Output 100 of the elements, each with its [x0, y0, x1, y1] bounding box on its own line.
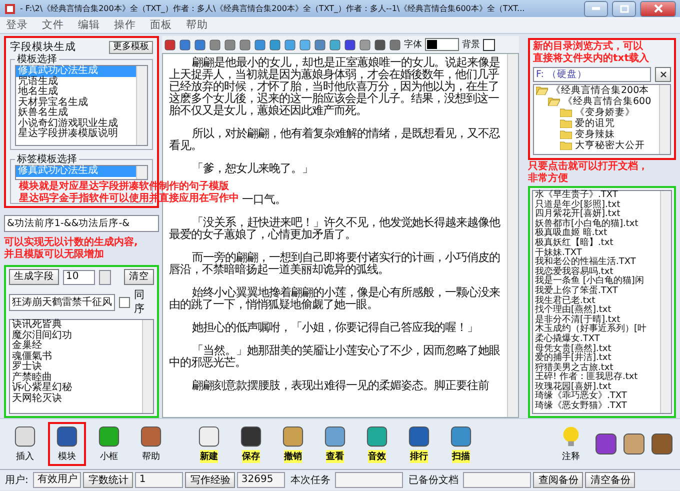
status-button[interactable]: 清空备份: [585, 472, 636, 488]
list-item[interactable]: 诉心紫星幻秘: [10, 383, 142, 394]
file-item[interactable]: 极真吸血姬 暗.txt: [533, 229, 660, 239]
toolbar-button[interactable]: 新建: [190, 422, 228, 466]
folder-item[interactable]: 爱的诅咒: [534, 118, 659, 129]
toolbar-icon[interactable]: [209, 38, 221, 50]
toolbar-icon[interactable]: [55, 425, 79, 448]
list-item[interactable]: 金巢经: [10, 341, 142, 352]
toolbar-icon[interactable]: [13, 425, 37, 448]
file-item[interactable]: 水《早生贵子》.TXT: [533, 191, 660, 201]
file-item[interactable]: 我和老公的性福生活.TXT: [533, 258, 660, 268]
close-button[interactable]: [655, 67, 671, 82]
file-item[interactable]: 我是一条鱼 [小白龟的猫]闲: [533, 277, 660, 287]
generate-button[interactable]: 生成字段: [9, 269, 59, 285]
toolbar-icon[interactable]: [389, 38, 401, 50]
toolbar-icon[interactable]: [224, 38, 236, 50]
menu-item[interactable]: 帮助: [186, 18, 208, 32]
toolbar-button[interactable]: 查看: [316, 422, 354, 466]
folder-item[interactable]: 《经典言情合集600: [534, 96, 659, 107]
status-button[interactable]: 字数统计: [83, 472, 134, 488]
folder-item[interactable]: 变身辣妹: [534, 129, 659, 140]
list-item[interactable]: 妖兽名生成: [16, 108, 136, 118]
toolbar-icon[interactable]: [374, 38, 386, 50]
toolbar-icon[interactable]: [164, 38, 176, 50]
toolbar-icon[interactable]: [314, 38, 326, 50]
scrollbar[interactable]: [136, 166, 147, 179]
clear-button[interactable]: 清空: [124, 269, 154, 285]
list-item[interactable]: 诀讯死皆典: [10, 320, 142, 330]
list-item[interactable]: 天网轮灭诀: [10, 394, 142, 404]
menu-item[interactable]: 编辑: [78, 18, 100, 32]
toolbar-icon[interactable]: [359, 38, 371, 50]
toolbar-icon[interactable]: [449, 425, 473, 448]
toolbar-icon[interactable]: [323, 425, 347, 448]
folder-item[interactable]: 《经典言情合集200本: [534, 85, 659, 96]
more-templates-button[interactable]: 更多模板: [109, 40, 153, 54]
pattern-field[interactable]: &功法前序1-&&功法后序-&: [4, 215, 159, 232]
background-color-select[interactable]: [483, 38, 495, 50]
toolbar-icon[interactable]: [344, 38, 356, 50]
folder-item[interactable]: 《变身娇妻》: [534, 107, 659, 118]
toolbar-icon[interactable]: [194, 38, 206, 50]
font-color-select[interactable]: [425, 38, 459, 51]
file-item[interactable]: 我爱上你了笨蛋.TXT: [533, 286, 660, 297]
menu-item[interactable]: 操作: [114, 18, 136, 32]
file-item[interactable]: 琦缘《恶女野猫》.TXT: [533, 402, 660, 412]
checkbox[interactable]: [119, 296, 130, 308]
toolbar-button[interactable]: 帮助: [132, 422, 170, 466]
count-field[interactable]: 10: [63, 270, 95, 284]
toolbar-button[interactable]: 排行: [400, 422, 438, 466]
toolbar-button[interactable]: 插入: [6, 422, 44, 466]
file-item[interactable]: 木玉成约（好事近系列）[叶: [533, 325, 660, 335]
toolbar-icon[interactable]: [407, 425, 431, 448]
list-item[interactable]: 咒语生成: [16, 76, 136, 87]
name-field[interactable]: 狂涛崩天鹤雷禁千征风: [9, 294, 115, 310]
toolbar-icon[interactable]: [239, 425, 263, 448]
toolbar-icon[interactable]: [179, 38, 191, 50]
toolbar-button[interactable]: 扫描: [442, 422, 480, 466]
scrollbar[interactable]: [507, 54, 518, 417]
list-item[interactable]: 产禁睦曲: [10, 372, 142, 383]
toolbar-icon[interactable]: [97, 425, 121, 448]
status-button[interactable]: 写作经验: [185, 472, 236, 488]
menu-item[interactable]: 面板: [150, 18, 172, 32]
minimize-button[interactable]: [584, 0, 608, 16]
maximize-button[interactable]: [612, 0, 636, 16]
toolbar-button[interactable]: 注释: [552, 422, 590, 466]
toolbar-button[interactable]: 模块: [48, 422, 86, 466]
toolbar-button[interactable]: 小框: [90, 422, 128, 466]
scrollbar[interactable]: [142, 320, 153, 413]
menu-item[interactable]: 文件: [42, 18, 64, 32]
toolbar-icon[interactable]: [281, 425, 305, 448]
spin-button[interactable]: [99, 270, 111, 284]
scrollbar[interactable]: [659, 85, 670, 154]
list-item[interactable]: 小说奇幻游戏职业生成: [16, 118, 136, 129]
menu-item[interactable]: 登录: [6, 18, 28, 32]
status-button[interactable]: 查阅备份: [533, 472, 584, 488]
drive-select[interactable]: F: （硬盘）: [533, 67, 651, 82]
list-item[interactable]: 天材异宝名生成: [16, 98, 136, 108]
folder-item[interactable]: 大亨秘密大公开: [534, 140, 659, 151]
toolbar-icon[interactable]: [139, 425, 163, 448]
file-item[interactable]: 找个理由[燕然].txt: [533, 306, 660, 316]
toolbar-icon[interactable]: [365, 425, 389, 448]
toolbar-button[interactable]: 撤销: [274, 422, 312, 466]
file-item[interactable]: 极真妖红【暗】.txt: [533, 238, 660, 249]
toolbar-button[interactable]: 保存: [232, 422, 270, 466]
toolbar-icon[interactable]: [269, 38, 281, 50]
scrollbar[interactable]: [136, 66, 147, 145]
toolbar-icon[interactable]: [254, 38, 266, 50]
list-item[interactable]: 罗士诀: [10, 362, 142, 372]
toolbar-button[interactable]: 音效: [358, 422, 396, 466]
toolbar-icon[interactable]: [197, 425, 221, 448]
list-item[interactable]: 地名生成: [16, 87, 136, 98]
file-item[interactable]: 四月紫花开[喜妍].txt: [533, 210, 660, 220]
scrollbar[interactable]: [660, 191, 671, 413]
file-item[interactable]: 柔心撬爆女.TXT: [533, 334, 660, 344]
toolbar-icon[interactable]: [284, 38, 296, 50]
toolbar-icon[interactable]: [239, 38, 251, 50]
file-item[interactable]: 爱的捕手[井洁].txt: [533, 354, 660, 364]
list-item[interactable]: 魂僵氣书: [10, 352, 142, 362]
list-item[interactable]: 魔尔泪间幻功: [10, 330, 142, 341]
file-item[interactable]: 王碎! 作者：匪我思存.txt: [533, 373, 660, 383]
toolbar-icon[interactable]: [329, 38, 341, 50]
